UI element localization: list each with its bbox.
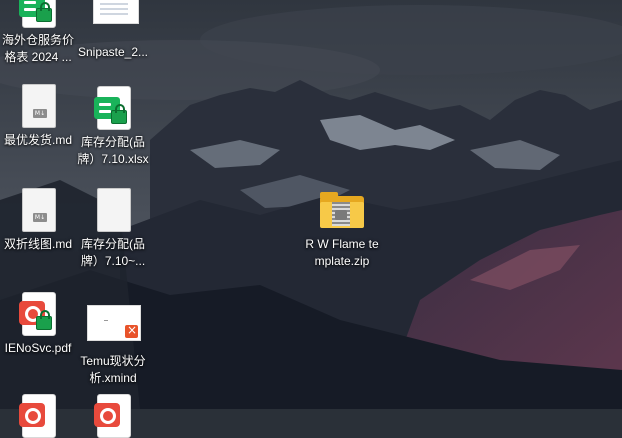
desktop-icon-flame-zip[interactable]: R W Flame template.zip <box>302 188 382 270</box>
image-thumbnail-icon <box>91 0 139 40</box>
desktop-icon-best-shipping-md[interactable]: M↓ 最优发货.md <box>0 84 78 149</box>
desktop-icon-label: 库存分配(品牌）7.10~... <box>80 237 146 268</box>
desktop-icon-partial-pdf-2[interactable] <box>73 394 153 438</box>
excel-locked-icon <box>91 86 135 130</box>
desktop-icon-label: IENoSvc.pdf <box>4 341 72 355</box>
desktop-icon-double-line-md[interactable]: M↓ 双折线图.md <box>0 188 78 253</box>
pdf-icon <box>16 394 60 438</box>
zip-folder-icon <box>320 188 364 232</box>
xmind-file-icon <box>87 305 141 349</box>
excel-locked-icon <box>16 0 60 28</box>
desktop-icon-inventory-xlsx[interactable]: 库存分配(品牌）7.10.xlsx <box>73 86 153 168</box>
desktop-icon-ienosvc-pdf[interactable]: IENoSvc.pdf <box>0 292 78 357</box>
desktop-icon-label: Snipaste_2... <box>77 45 149 59</box>
desktop-icon-overseas-pricing[interactable]: 海外仓服务价格表 2024 ... <box>0 0 78 66</box>
desktop-icon-inventory-tmp[interactable]: 库存分配(品牌）7.10~... <box>73 188 153 270</box>
markdown-file-icon: M↓ <box>16 84 60 128</box>
desktop-icon-label: 最优发货.md <box>3 133 72 147</box>
desktop-icon-snipaste[interactable]: Snipaste_2... <box>73 0 153 61</box>
desktop-icon-label: 双折线图.md <box>3 237 72 251</box>
desktop-icon-label: 库存分配(品牌）7.10.xlsx <box>77 135 149 166</box>
pdf-icon <box>91 394 135 438</box>
desktop-icon-temu-xmind[interactable]: Temu现状分析.xmind <box>73 305 153 387</box>
pdf-locked-icon <box>16 292 60 336</box>
desktop-icon-label: Temu现状分析.xmind <box>80 354 146 385</box>
blank-file-icon <box>91 188 135 232</box>
markdown-file-icon: M↓ <box>16 188 60 232</box>
desktop-icon-label: 海外仓服务价格表 2024 ... <box>1 33 74 64</box>
desktop-icon-label: R W Flame template.zip <box>305 237 379 268</box>
desktop-icon-partial-pdf-1[interactable] <box>0 394 78 438</box>
